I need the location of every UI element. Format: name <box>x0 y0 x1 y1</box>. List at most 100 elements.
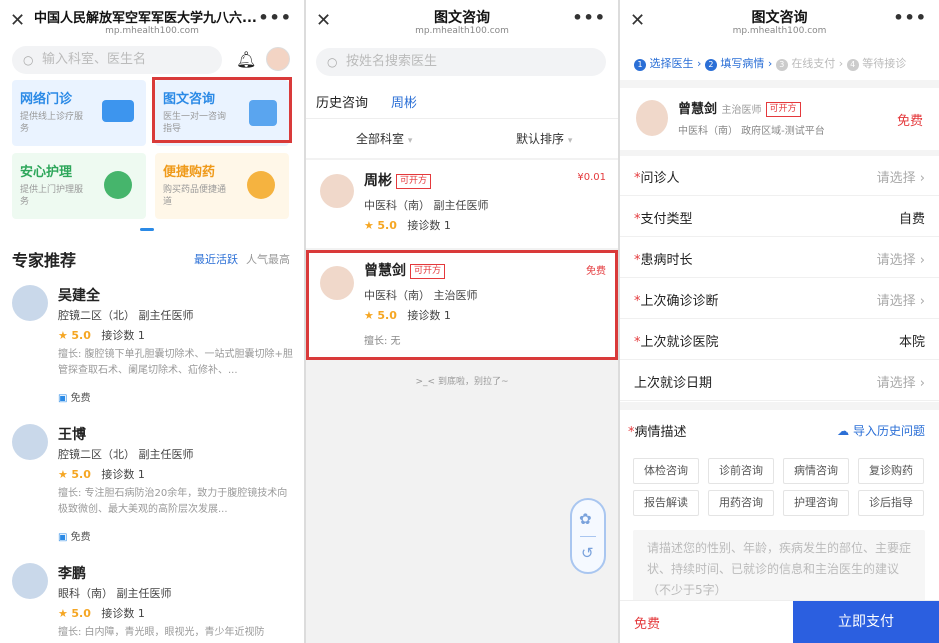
price: 免费 <box>896 114 923 129</box>
field-value: 自费 <box>898 212 925 227</box>
sort-recent[interactable]: 最近活跃 <box>194 251 238 267</box>
filter-sort-label: 默认排序 <box>516 132 565 146</box>
field-duration[interactable]: *患病时长 请选择 › <box>620 238 939 278</box>
quick-tag[interactable]: 复诊购药 <box>858 458 924 484</box>
image-icon <box>249 100 277 126</box>
image-icon: ▣ <box>58 393 68 404</box>
avatar <box>320 174 354 208</box>
prescription-badge: 可开方 <box>396 174 432 189</box>
service-desc: 购买药品便捷通道 <box>163 185 227 207</box>
doctor-skill: 擅长: 无 <box>364 336 401 347</box>
back-icon[interactable]: ↺ <box>581 544 594 562</box>
avatar[interactable] <box>266 47 290 71</box>
total-price: 免费 <box>634 617 661 632</box>
image-icon: ▣ <box>58 532 68 543</box>
doctor-name-row: 曾慧剑 可开方 <box>364 260 446 280</box>
doctor-rating: ★ 5.0 接诊数 1 <box>364 307 451 323</box>
page-title: 中国人民解放军空军军医大学九八六... <box>34 11 257 26</box>
consult-count: 接诊数 1 <box>407 309 451 322</box>
step: 1 选择医生 › <box>634 57 701 71</box>
pill-icon <box>247 171 275 199</box>
form-fields: *问诊人 请选择 › *支付类型 自费 *患病时长 请选择 › *上次确诊诊断 请选择 … <box>620 156 939 402</box>
consult-count: 接诊数 1 <box>101 329 145 342</box>
field-last-date[interactable]: 上次就诊日期 请选择 › <box>620 361 939 401</box>
avatar <box>636 100 668 136</box>
more-icon[interactable]: ••• <box>572 8 606 27</box>
footer-bar: 免费 立即支付 <box>620 600 939 643</box>
search-input[interactable]: ○ 按姓名搜索医生 <box>316 48 606 76</box>
description-textarea[interactable]: 请描述您的性别、年龄，疾病发生的部位、主要症状、持续时间、已就诊的信息和主治医生… <box>633 530 925 610</box>
step-indicator: 1 选择医生 › 2 填写病情 › 3 在线支付 › 4 等待接诊 <box>620 42 939 80</box>
import-history-button[interactable]: ☁ 导入历史问题 <box>837 422 925 439</box>
search-input[interactable]: ○ 输入科室、医生名 <box>12 46 222 74</box>
doctor-card[interactable]: 曾慧剑 可开方 免费 中医科（南） 主治医师 ★ 5.0 接诊数 1 擅长: 无 <box>306 252 618 358</box>
field-label: 上次确诊诊断 <box>640 294 719 309</box>
prescription-badge: 可开方 <box>410 264 446 279</box>
description-label: *病情描述 <box>628 425 687 440</box>
prescription-badge: 可开方 <box>765 102 801 117</box>
heart-icon <box>104 171 132 199</box>
service-card-online-clinic[interactable]: 网络门诊 提供线上诊疗服务 <box>12 80 146 146</box>
doctor-card[interactable]: 李鹏 眼科（南） 副主任医师 ★ 5.0 接诊数 1 擅长: 白内障，青光眼，眼… <box>12 563 296 643</box>
service-desc: 提供线上诊疗服务 <box>20 112 84 134</box>
field-last-hospital[interactable]: *上次就诊医院 本院 <box>620 320 939 360</box>
service-card-nursing[interactable]: 安心护理 提供上门护理服务 <box>12 153 146 219</box>
fee: ▣ 免费 <box>58 528 91 543</box>
quick-tag[interactable]: 用药咨询 <box>708 490 774 516</box>
consult-form-panel: ✕ 图文咨询 mp.mhealth100.com ••• 1 选择医生 › 2 … <box>620 0 939 643</box>
quick-tag[interactable]: 病情咨询 <box>783 458 849 484</box>
top-bar: ✕ 图文咨询 mp.mhealth100.com ••• <box>620 0 939 42</box>
avatar <box>12 424 48 460</box>
service-card-pharmacy[interactable]: 便捷购药 购买药品便捷通道 <box>155 153 289 219</box>
grid-icon[interactable]: ✿ <box>579 510 592 528</box>
doctor-dept: 中医科（南） 副主任医师 <box>364 199 489 212</box>
service-card-text-consult[interactable]: 图文咨询 医生一对一咨询指导 <box>155 80 289 146</box>
avatar <box>12 285 48 321</box>
consult-count: 接诊数 1 <box>407 219 451 232</box>
quick-tag[interactable]: 报告解读 <box>633 490 699 516</box>
doctor-card[interactable]: 王博 腔镜二区（北） 副主任医师 ★ 5.0 接诊数 1 擅长: 专注胆石病防治… <box>12 424 296 546</box>
pay-now-button[interactable]: 立即支付 <box>793 601 939 643</box>
more-icon[interactable]: ••• <box>258 8 292 27</box>
doctor-name: 曾慧剑 <box>364 263 406 279</box>
doctor-name: 周彬 <box>364 173 392 189</box>
more-icon[interactable]: ••• <box>893 8 927 27</box>
field-pay-type[interactable]: *支付类型 自费 <box>620 197 939 237</box>
sort-popular[interactable]: 人气最高 <box>246 251 290 267</box>
doctor-rating: ★ 5.0 接诊数 1 <box>58 605 145 621</box>
consult-count: 接诊数 1 <box>101 607 145 620</box>
field-label: 问诊人 <box>640 171 680 186</box>
doctor-card[interactable]: 周彬 可开方 ¥0.01 中医科（南） 副主任医师 ★ 5.0 接诊数 1 <box>306 160 618 248</box>
avatar <box>12 563 48 599</box>
search-icon: ○ <box>327 55 338 69</box>
bell-icon[interactable]: 🔔︎ <box>236 50 256 69</box>
doctor-card[interactable]: 吴建全 腔镜二区（北） 副主任医师 ★ 5.0 接诊数 1 擅长: 腹腔镜下单孔… <box>12 285 296 407</box>
section-title: 专家推荐 <box>12 251 77 270</box>
tab-doctor-name[interactable]: 周彬 <box>391 92 417 111</box>
fee: ▣ 免费 <box>58 389 91 404</box>
field-last-diagnosis[interactable]: *上次确诊诊断 请选择 › <box>620 279 939 319</box>
home-panel: ✕ 中国人民解放军空军军医大学九八六... mp.mhealth100.com … <box>0 0 304 643</box>
chevron-down-icon: ▾ <box>567 136 573 146</box>
rating-value: 5.0 <box>71 329 91 342</box>
step-label: 等待接诊 <box>862 57 907 70</box>
quick-tag[interactable]: 诊后指导 <box>858 490 924 516</box>
quick-tag[interactable]: 体检咨询 <box>633 458 699 484</box>
filter-dept[interactable]: 全部科室 ▾ <box>356 130 412 147</box>
service-desc: 医生一对一咨询指导 <box>163 112 227 134</box>
step-label: 选择医生 <box>649 57 694 70</box>
field-label: 上次就诊医院 <box>640 335 719 350</box>
price: ¥0.01 <box>577 172 606 183</box>
filter-sort[interactable]: 默认排序 ▾ <box>516 130 572 147</box>
doctor-skill: 擅长: 专注胆石病防治20余年，致力于腹腔镜技术向极致微创、最大美观的高阶层次发… <box>58 488 288 515</box>
quick-tag[interactable]: 护理咨询 <box>783 490 849 516</box>
field-value: 请选择 › <box>876 253 925 268</box>
quick-tag[interactable]: 诊前咨询 <box>708 458 774 484</box>
field-patient[interactable]: *问诊人 请选择 › <box>620 156 939 196</box>
doctor-rating: ★ 5.0 接诊数 1 <box>364 217 451 233</box>
divider <box>580 536 596 537</box>
tab-history[interactable]: 历史咨询 <box>316 92 368 111</box>
price: 免费 <box>586 266 606 277</box>
step-label: 填写病情 <box>720 57 765 70</box>
doctor-dept: 腔镜二区（北） 副主任医师 <box>58 309 194 322</box>
